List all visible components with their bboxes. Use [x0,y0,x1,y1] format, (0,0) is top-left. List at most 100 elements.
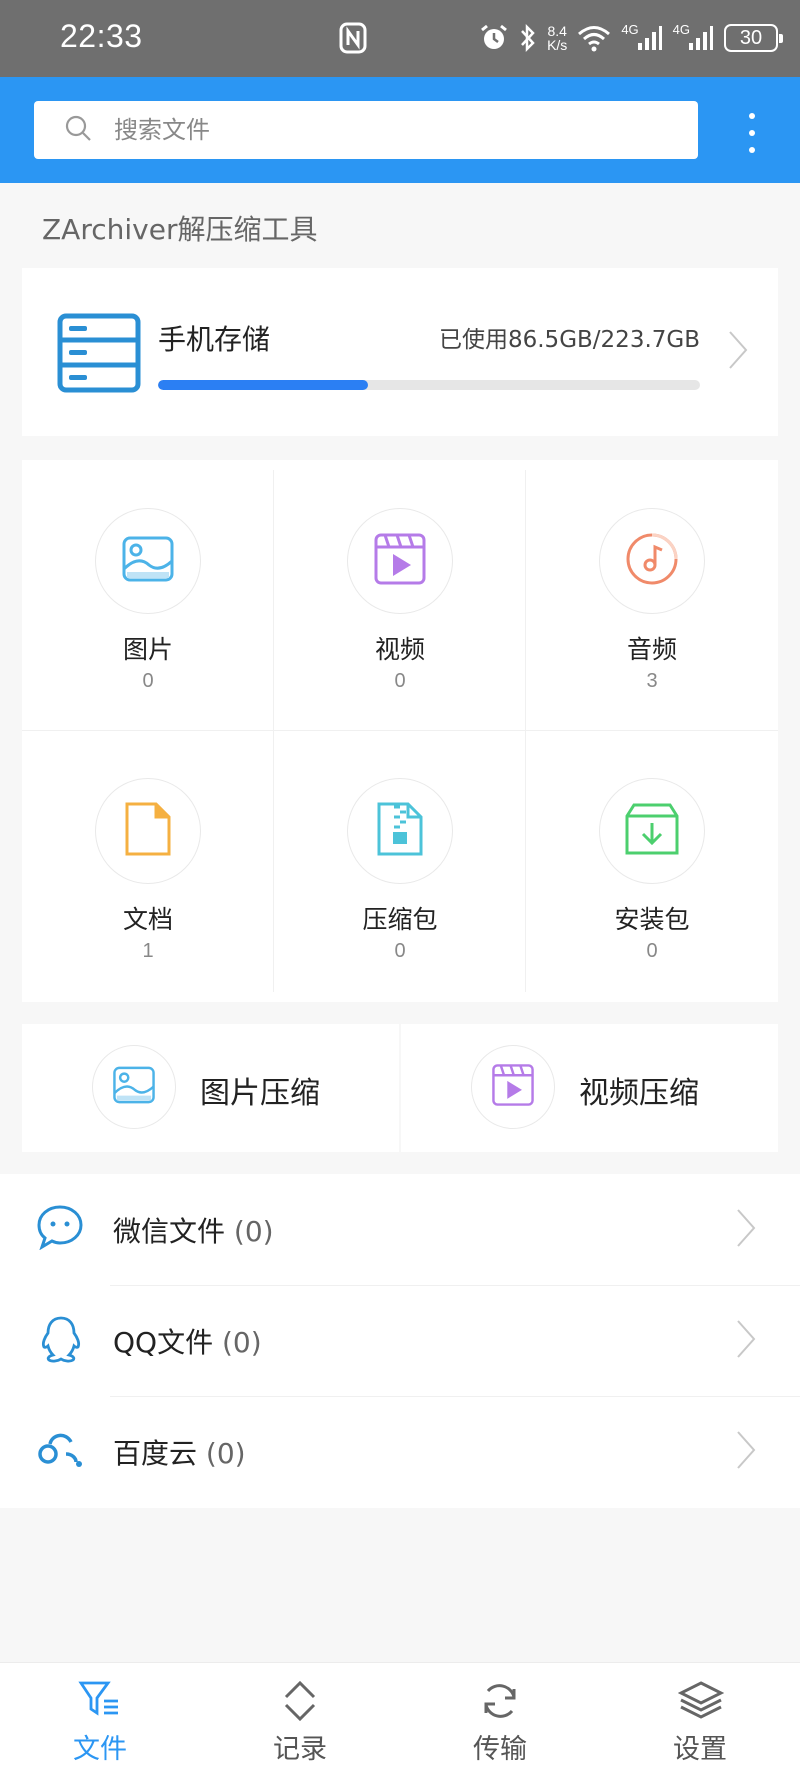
chevron-right-icon [736,1319,756,1363]
list-item-text: 微信文件 [113,1215,226,1248]
more-menu-button[interactable] [744,113,760,153]
app-title: ZArchiver解压缩工具 [42,213,318,246]
qq-penguin-icon [36,1315,86,1369]
net-speed: 8.4 K/s [547,20,567,56]
wifi-icon [577,20,611,56]
category-count: 0 [394,940,406,962]
compress-icon-circle [471,1045,555,1129]
sync-icon [478,1679,522,1727]
category-videos[interactable]: 视频 0 [274,460,526,720]
chevron-right-icon [736,1208,756,1252]
category-apk[interactable]: 安装包 0 [526,730,778,990]
status-icons: 8.4 K/s 4G 4G 30 [479,20,783,56]
category-count: 1 [142,940,154,962]
storage-label: 手机存储 [158,323,271,356]
storage-server-icon [57,313,141,397]
more-dot-icon [749,130,755,136]
nav-tab-transfer[interactable]: 传输 [400,1663,600,1770]
nav-tab-records[interactable]: 记录 [200,1663,400,1770]
nav-tab-settings[interactable]: 设置 [600,1663,800,1770]
storage-used-text: 已使用86.5GB/223.7GB [438,327,700,353]
signal-icon: 4G [621,20,662,56]
chevron-up-down-icon [278,1679,322,1727]
list-item-baidu-cloud[interactable]: 百度云 (0) [0,1396,800,1507]
category-icon-circle [95,778,201,884]
category-name: 图片 [122,635,173,664]
alarm-icon [479,20,509,56]
image-icon [121,535,175,587]
search-box[interactable] [34,101,698,159]
install-package-icon [624,802,680,860]
video-compress-button[interactable]: 视频压缩 [401,1024,778,1152]
list-item-label: 百度云 (0) [113,1432,246,1472]
compress-icon-circle [92,1045,176,1129]
document-icon [124,801,172,861]
category-name: 文档 [122,905,173,934]
nav-label: 记录 [273,1734,327,1765]
chevron-right-icon [728,330,748,374]
category-documents[interactable]: 文档 1 [22,730,274,990]
net-speed-value: 8.4 [547,23,567,39]
category-icon-circle [599,778,705,884]
nav-label: 传输 [473,1734,527,1765]
bluetooth-icon [519,20,537,56]
zip-file-icon [376,801,424,861]
net-speed-unit: K/s [547,37,568,53]
signal-icon-2: 4G [673,20,714,56]
category-icon-circle [347,508,453,614]
storage-progress-fill [158,380,368,390]
category-archives[interactable]: 压缩包 0 [274,730,526,990]
phone-storage-card[interactable]: 手机存储 已使用86.5GB/223.7GB [22,268,778,436]
nfc-icon [338,20,368,56]
baidu-cloud-icon [36,1426,84,1474]
top-bar [0,77,800,183]
category-icon-circle [599,508,705,614]
wechat-chat-icon [36,1204,84,1254]
chevron-right-icon [736,1430,756,1474]
category-images[interactable]: 图片 0 [22,460,274,720]
list-item-wechat[interactable]: 微信文件 (0) [0,1174,800,1285]
nav-label: 文件 [73,1734,127,1765]
list-item-count: (0) [233,1215,274,1248]
nav-label: 设置 [673,1734,727,1765]
category-name: 音频 [626,635,677,664]
video-icon [373,532,427,590]
more-dot-icon [749,113,755,119]
layers-icon [677,1679,725,1727]
category-count: 0 [142,670,154,692]
category-name: 安装包 [614,905,690,934]
list-item-qq[interactable]: QQ文件 (0) [0,1285,800,1396]
storage-progress-bar [158,380,700,390]
status-time: 22:33 [60,18,143,54]
category-count: 3 [646,670,658,692]
category-name: 视频 [374,635,425,664]
category-audio[interactable]: 音频 3 [526,460,778,720]
search-icon [64,114,92,146]
more-dot-icon [749,147,755,153]
battery-icon: 30 [724,24,783,52]
filter-list-icon [78,1679,122,1723]
music-disc-icon [624,531,680,591]
list-item-text: QQ文件 [113,1326,214,1359]
list-item-label: 微信文件 (0) [113,1210,274,1250]
status-bar: 22:33 8.4 K/s 4G 4G 30 [0,0,800,77]
category-count: 0 [646,940,658,962]
list-item-label: QQ文件 (0) [113,1321,262,1361]
file-category-grid: 图片 0 视频 0 音频 3 文档 1 压缩包 0 安装包 0 [22,460,778,1002]
image-icon [112,1065,156,1109]
category-count: 0 [394,670,406,692]
category-icon-circle [347,778,453,884]
list-item-count: (0) [222,1326,262,1359]
search-input[interactable] [114,116,634,144]
list-item-text: 百度云 [113,1437,198,1470]
category-name: 压缩包 [362,905,438,934]
bottom-nav: 文件 记录 传输 设置 [0,1662,800,1770]
source-list: 微信文件 (0) QQ文件 (0) 百度云 (0) [0,1174,800,1508]
list-item-count: (0) [205,1437,246,1470]
nav-tab-files[interactable]: 文件 [0,1663,200,1770]
compress-label: 视频压缩 [579,1076,699,1111]
category-icon-circle [95,508,201,614]
video-icon [491,1063,535,1111]
image-compress-button[interactable]: 图片压缩 [22,1024,399,1152]
compress-label: 图片压缩 [200,1076,320,1111]
